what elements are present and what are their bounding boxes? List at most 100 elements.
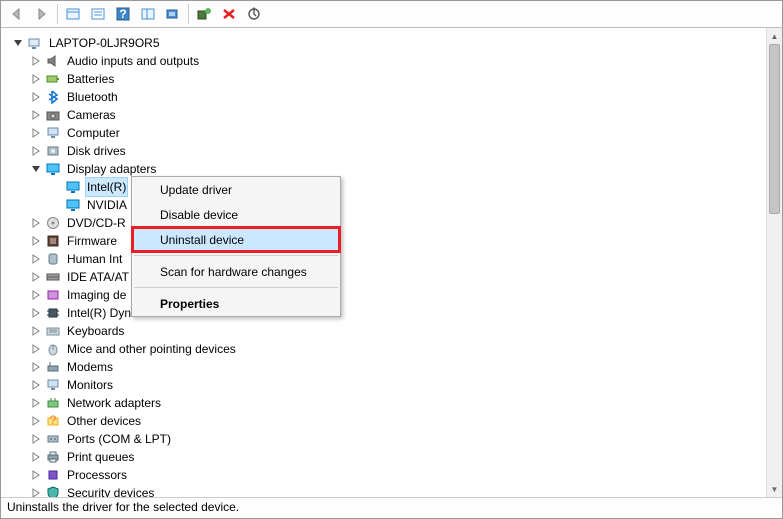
display-icon: [45, 161, 61, 177]
back-icon[interactable]: [5, 3, 29, 25]
update-driver-icon[interactable]: [161, 3, 185, 25]
tree-row[interactable]: Computer: [5, 124, 764, 142]
tree-row[interactable]: DVD/CD-R: [5, 214, 764, 232]
tree-row[interactable]: Keyboards: [5, 322, 764, 340]
tree-row[interactable]: Network adapters: [5, 394, 764, 412]
scroll-down-icon[interactable]: ▼: [767, 481, 782, 497]
printer-icon: [45, 449, 61, 465]
tree-item-label: Disk drives: [65, 142, 128, 160]
twisty-collapsed-icon[interactable]: [29, 234, 43, 248]
tree-row[interactable]: LAPTOP-0LJR9OR5: [5, 34, 764, 52]
menu-separator: [134, 287, 338, 288]
twisty-collapsed-icon[interactable]: [29, 270, 43, 284]
twisty-collapsed-icon[interactable]: [29, 450, 43, 464]
tree-item-label: Network adapters: [65, 394, 163, 412]
modem-icon: [45, 359, 61, 375]
tree-row[interactable]: Intel(R) Dynamic Platform and Thermal Fr…: [5, 304, 764, 322]
tree-item-label: Audio inputs and outputs: [65, 52, 201, 70]
tree-row[interactable]: Bluetooth: [5, 88, 764, 106]
tree-item-label: Keyboards: [65, 322, 126, 340]
tree-row[interactable]: Human Int: [5, 250, 764, 268]
security-icon: [45, 485, 61, 497]
twisty-collapsed-icon[interactable]: [29, 144, 43, 158]
tree-row[interactable]: NVIDIA: [5, 196, 764, 214]
tree-row[interactable]: Mice and other pointing devices: [5, 340, 764, 358]
twisty-collapsed-icon[interactable]: [29, 288, 43, 302]
tree-item-label: IDE ATA/AT: [65, 268, 131, 286]
twisty-collapsed-icon[interactable]: [29, 342, 43, 356]
twisty-collapsed-icon[interactable]: [29, 414, 43, 428]
display-icon: [65, 179, 81, 195]
scrollbar[interactable]: ▲ ▼: [766, 28, 782, 497]
find-icon[interactable]: [86, 3, 110, 25]
twisty-collapsed-icon[interactable]: [29, 108, 43, 122]
scroll-up-icon[interactable]: ▲: [767, 28, 782, 44]
ide-icon: [45, 269, 61, 285]
twisty-collapsed-icon[interactable]: [29, 252, 43, 266]
scan-icon[interactable]: [242, 3, 266, 25]
status-text: Uninstalls the driver for the selected d…: [7, 500, 239, 514]
monitor-icon: [45, 377, 61, 393]
twisty-collapsed-icon[interactable]: [29, 90, 43, 104]
tree-item-label: NVIDIA: [85, 196, 129, 214]
computer-icon: [45, 125, 61, 141]
toolbar: ?: [1, 1, 782, 28]
tree-row[interactable]: Intel(R): [5, 178, 764, 196]
tree-row[interactable]: Disk drives: [5, 142, 764, 160]
context-menu: Update driverDisable deviceUninstall dev…: [131, 176, 341, 317]
twisty-collapsed-icon[interactable]: [29, 306, 43, 320]
cpu-icon: [45, 467, 61, 483]
twisty-collapsed-icon[interactable]: [29, 360, 43, 374]
device-tree[interactable]: LAPTOP-0LJR9OR5Audio inputs and outputsB…: [5, 34, 764, 497]
twisty-collapsed-icon[interactable]: [29, 486, 43, 497]
tree-item-label: Security devices: [65, 484, 156, 497]
tree-row[interactable]: Modems: [5, 358, 764, 376]
tree-row[interactable]: Ports (COM & LPT): [5, 430, 764, 448]
tree-row[interactable]: Imaging de: [5, 286, 764, 304]
forward-icon[interactable]: [30, 3, 54, 25]
tree-row[interactable]: Audio inputs and outputs: [5, 52, 764, 70]
svg-text:?: ?: [119, 7, 126, 21]
menu-item[interactable]: Update driver: [132, 177, 340, 202]
tree-pane: LAPTOP-0LJR9OR5Audio inputs and outputsB…: [1, 28, 782, 498]
menu-item[interactable]: Scan for hardware changes: [132, 259, 340, 284]
tree-row[interactable]: Cameras: [5, 106, 764, 124]
tree-row[interactable]: Print queues: [5, 448, 764, 466]
scroll-thumb[interactable]: [769, 44, 780, 214]
tree-row[interactable]: ?Other devices: [5, 412, 764, 430]
twisty-collapsed-icon[interactable]: [29, 432, 43, 446]
help-icon[interactable]: ?: [111, 3, 135, 25]
twisty-collapsed-icon[interactable]: [29, 72, 43, 86]
tree-row[interactable]: Security devices: [5, 484, 764, 497]
menu-item[interactable]: Disable device: [132, 202, 340, 227]
twisty-collapsed-icon[interactable]: [29, 396, 43, 410]
uninstall-icon[interactable]: [217, 3, 241, 25]
toolbar-separator: [188, 4, 189, 24]
twisty-collapsed-icon[interactable]: [29, 378, 43, 392]
twisty-collapsed-icon[interactable]: [29, 468, 43, 482]
menu-item[interactable]: Uninstall device: [132, 227, 340, 252]
tree-row[interactable]: Processors: [5, 466, 764, 484]
twisty-expanded-icon[interactable]: [29, 162, 43, 176]
twisty-collapsed-icon[interactable]: [29, 126, 43, 140]
twisty-collapsed-icon[interactable]: [29, 216, 43, 230]
tree-row[interactable]: Monitors: [5, 376, 764, 394]
tree-item-label: Other devices: [65, 412, 143, 430]
tree-item-label: Bluetooth: [65, 88, 120, 106]
properties-icon[interactable]: [136, 3, 160, 25]
tree-item-label: Mice and other pointing devices: [65, 340, 238, 358]
tree-row[interactable]: Batteries: [5, 70, 764, 88]
menu-item[interactable]: Properties: [132, 291, 340, 316]
show-hidden-icon[interactable]: [61, 3, 85, 25]
twisty-collapsed-icon[interactable]: [29, 324, 43, 338]
mouse-icon: [45, 341, 61, 357]
menu-separator: [134, 255, 338, 256]
tree-row[interactable]: IDE ATA/AT: [5, 268, 764, 286]
battery-icon: [45, 71, 61, 87]
twisty-expanded-icon[interactable]: [11, 36, 25, 50]
tree-row[interactable]: Display adapters: [5, 160, 764, 178]
tree-row[interactable]: Firmware: [5, 232, 764, 250]
add-hardware-icon[interactable]: [192, 3, 216, 25]
twisty-collapsed-icon[interactable]: [29, 54, 43, 68]
chip-icon: [45, 305, 61, 321]
